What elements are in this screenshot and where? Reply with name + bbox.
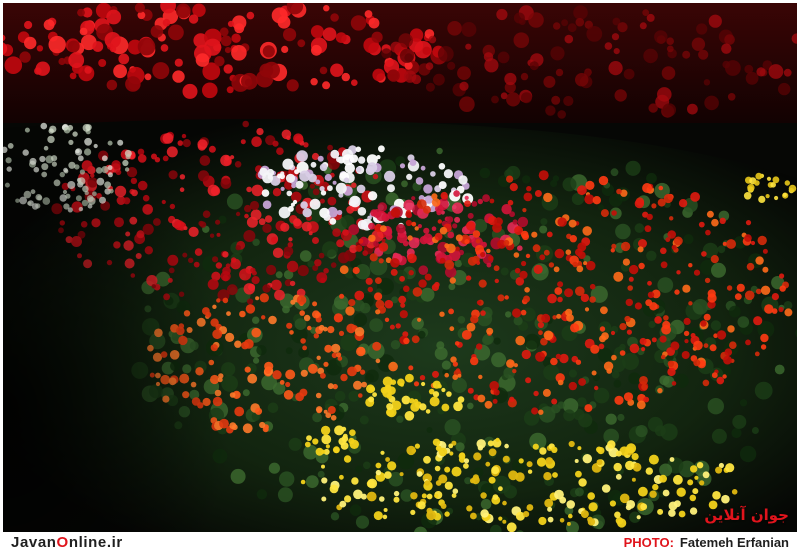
site-brand: JavanOnline.ir <box>11 534 123 551</box>
flower-scene <box>3 3 797 532</box>
credit-label: PHOTO: <box>623 535 674 550</box>
watermark-logo: جوان آنلاین <box>704 506 789 524</box>
photo-credit: PHOTO: Fatemeh Erfanian <box>624 535 789 550</box>
photographer-name: Fatemeh Erfanian <box>679 535 789 550</box>
caption-bar: JavanOnline.ir PHOTO: Fatemeh Erfanian <box>3 533 797 553</box>
photo-frame: جوان آنلاین JavanOnline.ir PHOTO: Fatemeh… <box>0 0 800 555</box>
flower-bed-photo: جوان آنلاین <box>3 3 797 532</box>
brand-highlight: O <box>56 534 69 551</box>
brand-suffix: nline.ir <box>68 534 123 551</box>
brand-prefix: Javan <box>11 534 57 551</box>
left-shadow <box>3 123 333 532</box>
